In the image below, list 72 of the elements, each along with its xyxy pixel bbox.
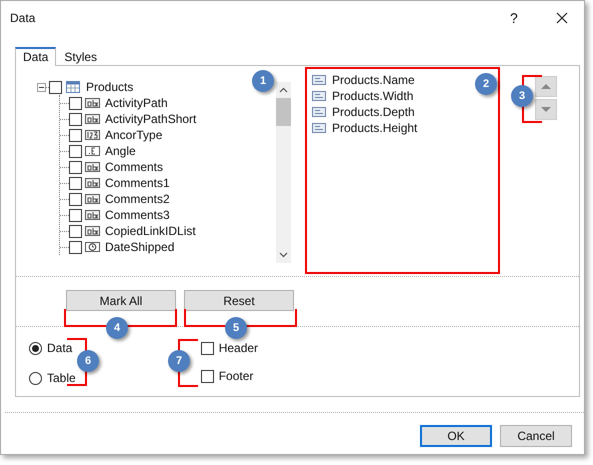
callout-number: 1 [252,70,274,92]
callout-number: 2 [475,73,497,95]
tree-item[interactable]: ActivityPathShort [105,112,196,126]
clock-icon [85,242,100,252]
scrollbar-thumb[interactable] [276,98,291,126]
cancel-button[interactable]: Cancel [500,425,572,447]
list-item[interactable]: Products.Depth [332,105,415,119]
tree-item[interactable]: CopiedLinkIDList [105,224,196,238]
callout-number: 7 [168,350,190,372]
radio-button[interactable] [29,342,42,354]
list-item[interactable]: Products.Height [332,121,418,135]
checkbox[interactable] [69,144,82,158]
mark-all-button[interactable]: Mark All [66,290,176,311]
table-icon [66,81,80,93]
callout-number: 5 [225,317,247,339]
up-arrow-icon [541,83,551,90]
text-field-icon [85,210,100,220]
decimal-field-icon [85,146,100,156]
tab[interactable]: Styles [56,47,106,66]
close-icon[interactable] [556,12,568,24]
tree-item[interactable]: Comments2 [105,192,170,206]
radio-label[interactable]: Table [47,371,76,385]
text-field-icon [85,178,100,188]
radio-button[interactable] [29,372,42,384]
tab[interactable]: Data [15,47,56,66]
checkbox[interactable] [69,112,82,126]
help-button[interactable]: ? [510,10,524,26]
checkbox-label[interactable]: Footer [218,369,254,383]
scrollbar[interactable] [276,82,291,263]
radio-label[interactable]: Data [47,341,72,355]
tree-item[interactable]: DateShipped [105,240,174,254]
checkbox[interactable] [69,224,82,238]
callout-number: 4 [106,317,128,339]
scroll-up-icon[interactable] [279,87,288,93]
field-icon [312,107,326,117]
tree-item[interactable]: Comments1 [105,176,170,190]
text-field-icon [85,162,100,172]
tree-item[interactable]: Products [86,80,134,94]
text-field-icon [85,226,100,236]
callout-number: 6 [77,350,99,372]
field-icon [312,75,326,85]
checkbox[interactable] [69,176,82,190]
field-icon [312,123,326,133]
list-item[interactable]: Products.Width [332,89,414,103]
tree-item[interactable]: AncorType [105,128,162,142]
text-field-icon [85,114,100,124]
tree-item[interactable]: ActivityPath [105,96,168,110]
checkbox-label[interactable]: Header [218,341,258,355]
tree-item[interactable]: Comments3 [105,208,170,222]
tree-item[interactable]: Angle [105,144,136,158]
callout-number: 3 [511,85,533,107]
reset-button[interactable]: Reset [184,290,294,311]
list-item[interactable]: Products.Name [332,73,415,87]
checkbox[interactable] [69,192,82,206]
checkbox[interactable] [69,96,82,110]
checkbox[interactable] [200,342,214,354]
scroll-down-icon[interactable] [279,252,288,258]
checkbox[interactable] [69,128,82,142]
ok-button[interactable]: OK [420,425,492,447]
checkbox[interactable] [200,370,214,382]
collapse-icon[interactable] [37,82,46,92]
checkbox[interactable] [49,80,62,94]
window-title: Data [10,11,36,25]
text-field-icon [85,98,100,108]
field-icon [312,91,326,101]
checkbox[interactable] [69,160,82,174]
checkbox[interactable] [69,240,82,254]
tree-item[interactable]: Comments [105,160,164,174]
number-field-icon [85,130,100,140]
checkbox[interactable] [69,208,82,222]
down-arrow-icon [541,106,551,113]
text-field-icon [85,194,100,204]
